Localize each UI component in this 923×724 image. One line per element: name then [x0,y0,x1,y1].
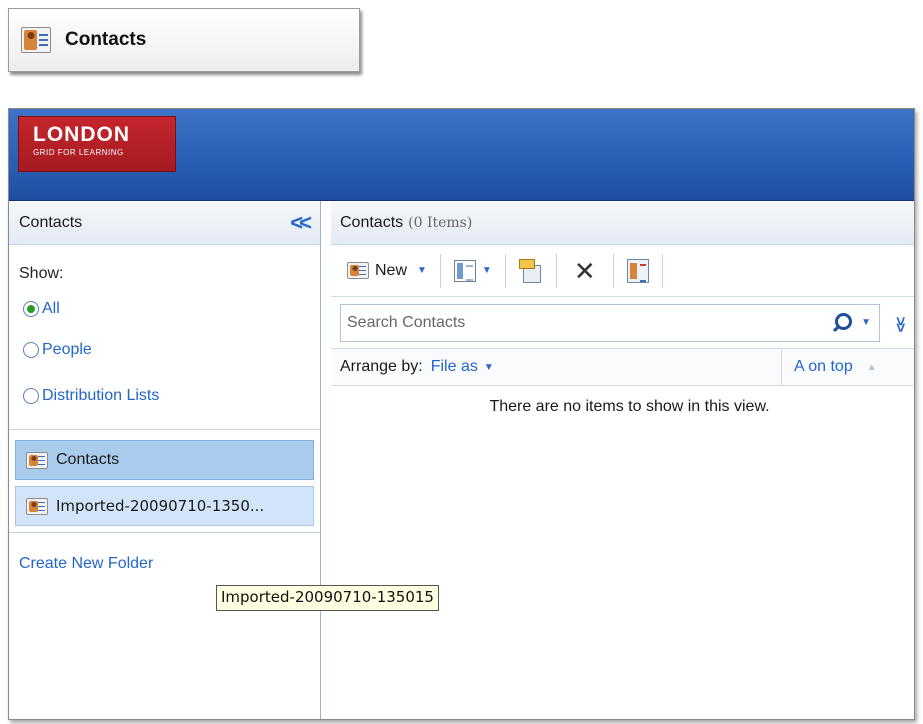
item-count: (0 Items) [408,214,473,231]
radio-checked-icon[interactable] [23,301,39,317]
move-to-folder-button[interactable] [518,253,543,289]
view-button[interactable]: ▼ [453,253,492,289]
show-label: Show: [19,265,64,282]
nav-header: Contacts << [9,201,320,245]
create-new-folder-link[interactable]: Create New Folder [19,555,320,573]
nav-title: Contacts [19,213,83,231]
london-grid-logo[interactable]: LONDON GRID FOR LEARNING [18,116,176,172]
filter-distribution-lists-label[interactable]: Distribution Lists [42,387,159,405]
empty-message: There are no items to show in this view. [489,398,770,415]
radio-unchecked-icon[interactable] [23,342,39,358]
search-row: ▼ >> [331,297,914,349]
toolbar-separator [555,253,557,288]
chevron-down-icon[interactable]: ▼ [861,317,871,328]
toolbar: New ▼ ▼ ✕ [331,245,914,297]
toolbar-separator [612,253,614,288]
navigation-pane: Contacts << Show: All People Distributio… [9,201,321,719]
search-input[interactable] [347,313,832,332]
sort-order-label: A on top [794,358,853,375]
content-header: Contacts (0 Items) [331,201,914,245]
arrange-bar: Arrange by: File as ▼ A on top ▲ [331,349,914,386]
header-bar: LONDON GRID FOR LEARNING [9,109,914,201]
filter-people-radio[interactable]: People [23,327,320,373]
filter-all-radio[interactable]: All [23,291,320,327]
contacts-window: LONDON GRID FOR LEARNING Contacts << Sho… [8,108,915,720]
sort-up-icon: ▲ [866,361,877,373]
arrange-label: Arrange by: [340,358,423,375]
sort-order-toggle[interactable]: A on top ▲ [781,349,914,385]
address-book-button[interactable] [626,253,649,289]
contact-card-icon [347,262,369,279]
double-chevron-left-icon[interactable]: << [290,210,312,236]
folder-imported[interactable]: Imported-20090710-1350... [15,486,314,526]
new-button[interactable]: New ▼ [347,253,427,289]
banner-label: Contacts [65,29,147,50]
filter-all-label[interactable]: All [42,300,60,318]
filter-distribution-lists-radio[interactable]: Distribution Lists [23,373,320,419]
arrange-by: Arrange by: File as ▼ [331,358,781,376]
content-pane: Contacts (0 Items) New ▼ ▼ ✕ Search Cont… [331,201,914,719]
divider [9,429,320,430]
expand-search-icon[interactable]: >> [890,316,908,329]
address-book-icon [626,258,649,283]
search-box: ▼ [340,303,880,342]
toolbar-separator [439,253,441,288]
toolbar-separator [661,253,663,288]
chevron-down-icon[interactable]: ▼ [482,265,492,276]
content-title: Contacts [340,213,404,231]
delete-icon: ✕ [573,255,596,286]
chevron-down-icon[interactable]: ▼ [484,362,494,373]
contacts-banner-button[interactable]: Contacts [8,8,360,72]
contact-card-icon [26,451,48,469]
move-to-folder-icon [518,258,543,283]
folder-contacts[interactable]: Contacts [15,440,314,480]
search-icon[interactable] [831,312,853,334]
folder-imported-label: Imported-20090710-1350... [56,497,265,515]
chevron-down-icon[interactable]: ▼ [417,265,427,276]
view-columns-icon [453,259,476,282]
radio-unchecked-icon[interactable] [23,388,39,404]
new-button-label: New [375,261,408,279]
toolbar-separator [504,253,506,288]
divider [9,532,320,533]
contact-card-icon [26,497,48,515]
folder-contacts-label: Contacts [56,451,120,468]
delete-button[interactable]: ✕ [570,253,600,289]
arrange-by-dropdown[interactable]: File as [431,358,478,376]
folder-tooltip: Imported-20090710-135015 [216,585,439,611]
contact-card-icon [21,27,51,53]
filter-people-label[interactable]: People [42,341,92,359]
